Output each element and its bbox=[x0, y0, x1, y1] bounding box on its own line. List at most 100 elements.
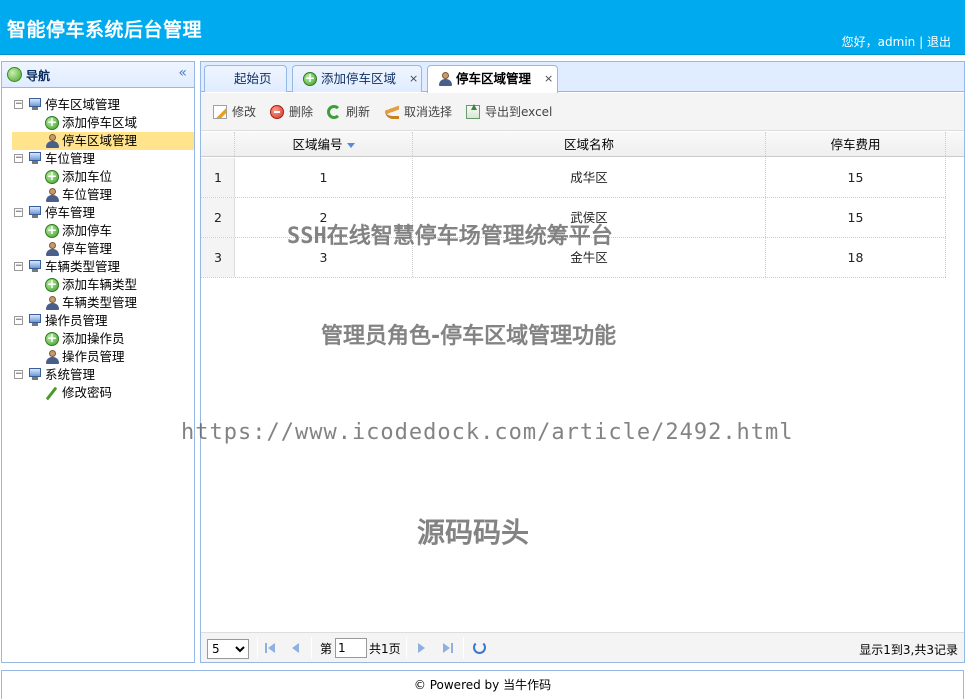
tree-item-label: 操作员管理 bbox=[62, 349, 125, 364]
tree-item-label: 停车区域管理 bbox=[62, 133, 138, 148]
pager-divider bbox=[257, 637, 258, 659]
page-number-input[interactable] bbox=[335, 638, 367, 658]
collapse-node-icon[interactable]: − bbox=[14, 262, 23, 271]
table-row[interactable]: 1 1 成华区 15 bbox=[201, 158, 946, 198]
tree-item-add-parking-space[interactable]: + 添加车位 bbox=[2, 168, 194, 186]
tree-group-label: 车位管理 bbox=[45, 151, 96, 166]
tree-item-vehicle-type-manage[interactable]: 车辆类型管理 bbox=[2, 294, 194, 312]
column-header-fee[interactable]: 停车费用 bbox=[766, 132, 946, 156]
nav-panel: 导航 « − 停车区域管理 + 添加停车区域 停车区域管理 − 车位管理 + 添… bbox=[1, 61, 195, 663]
close-tab-icon[interactable]: × bbox=[409, 66, 418, 91]
collapse-node-icon[interactable]: − bbox=[14, 316, 23, 325]
tab-add-parking-area[interactable]: + 添加停车区域 × bbox=[292, 65, 422, 92]
tree-group-label: 操作员管理 bbox=[45, 313, 108, 328]
add-icon: + bbox=[45, 223, 59, 238]
tree-group-operator[interactable]: − 操作员管理 bbox=[2, 312, 194, 330]
nav-globe-icon bbox=[7, 67, 22, 82]
cancel-select-button-label: 取消选择 bbox=[404, 105, 453, 119]
refresh-button-label: 刷新 bbox=[346, 105, 371, 119]
tree-item-label: 添加操作员 bbox=[62, 331, 125, 346]
tab-parking-area-manage[interactable]: 停车区域管理 × bbox=[427, 65, 558, 93]
pencil-icon bbox=[45, 386, 59, 401]
cell-area-name: 成华区 bbox=[413, 158, 766, 197]
table-row[interactable]: 2 2 武侯区 15 bbox=[201, 198, 946, 238]
cell-area-id: 2 bbox=[235, 198, 413, 237]
tree-item-add-vehicle-type[interactable]: + 添加车辆类型 bbox=[2, 276, 194, 294]
tree-item-label: 停车管理 bbox=[62, 241, 113, 256]
add-icon: + bbox=[45, 277, 59, 292]
computer-icon bbox=[28, 368, 42, 381]
tree-item-label: 添加停车 bbox=[62, 223, 113, 238]
user-icon bbox=[45, 296, 59, 310]
add-icon: + bbox=[45, 331, 59, 346]
pager-divider bbox=[463, 637, 464, 659]
grid-header: 区域编号 区域名称 停车费用 bbox=[201, 132, 964, 157]
logout-link[interactable]: 退出 bbox=[927, 35, 951, 49]
tree-group-vehicle-type[interactable]: − 车辆类型管理 bbox=[2, 258, 194, 276]
pager-divider bbox=[311, 637, 312, 659]
cell-fee: 18 bbox=[766, 238, 946, 277]
collapse-node-icon[interactable]: − bbox=[14, 208, 23, 217]
page-footer: © Powered by 当牛作码 bbox=[1, 670, 964, 699]
collapse-node-icon[interactable]: − bbox=[14, 100, 23, 109]
column-header-area-name[interactable]: 区域名称 bbox=[413, 132, 766, 156]
tab-label: 停车区域管理 bbox=[456, 71, 532, 86]
pager-info: 显示1到3,共3记录 bbox=[859, 643, 958, 657]
page-size-select[interactable]: 5 bbox=[207, 639, 249, 659]
tree-item-parking-area-manage[interactable]: 停车区域管理 bbox=[12, 132, 194, 150]
nav-panel-header: 导航 « bbox=[2, 62, 194, 88]
row-number: 3 bbox=[201, 238, 235, 277]
computer-icon bbox=[28, 260, 42, 273]
add-icon: + bbox=[45, 115, 59, 130]
table-row[interactable]: 3 3 金牛区 18 bbox=[201, 238, 946, 278]
edit-icon bbox=[213, 105, 227, 119]
tree-item-parking-space-manage[interactable]: 车位管理 bbox=[2, 186, 194, 204]
cell-area-id: 1 bbox=[235, 158, 413, 197]
tree-item-label: 添加停车区域 bbox=[62, 115, 138, 130]
user-icon bbox=[45, 134, 59, 148]
tab-home[interactable]: 起始页 bbox=[204, 65, 287, 92]
tree-group-label: 停车区域管理 bbox=[45, 97, 121, 112]
tree-group-system[interactable]: − 系统管理 bbox=[2, 366, 194, 384]
close-tab-icon[interactable]: × bbox=[544, 66, 553, 91]
add-icon: + bbox=[303, 71, 317, 86]
app-title: 智能停车系统后台管理 bbox=[7, 19, 203, 41]
last-page-button[interactable] bbox=[441, 641, 455, 655]
tree-item-label: 添加车位 bbox=[62, 169, 113, 184]
tree-item-add-parking-area[interactable]: + 添加停车区域 bbox=[2, 114, 194, 132]
page-prefix: 第 bbox=[320, 642, 333, 656]
edit-button-label: 修改 bbox=[232, 105, 257, 119]
first-page-button[interactable] bbox=[265, 641, 279, 655]
computer-icon bbox=[28, 152, 42, 165]
computer-icon bbox=[28, 206, 42, 219]
tree-item-label: 车辆类型管理 bbox=[62, 295, 138, 310]
tree-item-parking-manage[interactable]: 停车管理 bbox=[2, 240, 194, 258]
column-header-area-id[interactable]: 区域编号 bbox=[235, 132, 413, 156]
tree-item-change-password[interactable]: 修改密码 bbox=[2, 384, 194, 402]
user-bar-separator: | bbox=[919, 35, 924, 49]
tree-group-label: 系统管理 bbox=[45, 367, 96, 382]
prev-page-button[interactable] bbox=[289, 641, 303, 655]
tree-group-label: 停车管理 bbox=[45, 205, 96, 220]
user-icon bbox=[45, 350, 59, 364]
cell-area-name: 武侯区 bbox=[413, 198, 766, 237]
collapse-node-icon[interactable]: − bbox=[14, 370, 23, 379]
cell-fee: 15 bbox=[766, 198, 946, 237]
pager-divider bbox=[406, 637, 407, 659]
cell-area-name: 金牛区 bbox=[413, 238, 766, 277]
app-header: 智能停车系统后台管理 您好，admin | 退出 bbox=[0, 0, 965, 55]
next-page-button[interactable] bbox=[415, 641, 429, 655]
collapse-node-icon[interactable]: − bbox=[14, 154, 23, 163]
collapse-panel-icon[interactable]: « bbox=[178, 65, 187, 81]
tree-item-operator-manage[interactable]: 操作员管理 bbox=[2, 348, 194, 366]
tree-item-add-parking[interactable]: + 添加停车 bbox=[2, 222, 194, 240]
tree-item-add-operator[interactable]: + 添加操作员 bbox=[2, 330, 194, 348]
row-number: 1 bbox=[201, 158, 235, 197]
cell-area-id: 3 bbox=[235, 238, 413, 277]
row-number-header bbox=[201, 132, 235, 156]
tree-group-parking-area[interactable]: − 停车区域管理 bbox=[2, 96, 194, 114]
export-excel-button-label: 导出到excel bbox=[485, 105, 553, 119]
tree-group-parking-space[interactable]: − 车位管理 bbox=[2, 150, 194, 168]
reload-icon[interactable] bbox=[473, 641, 486, 654]
tree-group-parking[interactable]: − 停车管理 bbox=[2, 204, 194, 222]
